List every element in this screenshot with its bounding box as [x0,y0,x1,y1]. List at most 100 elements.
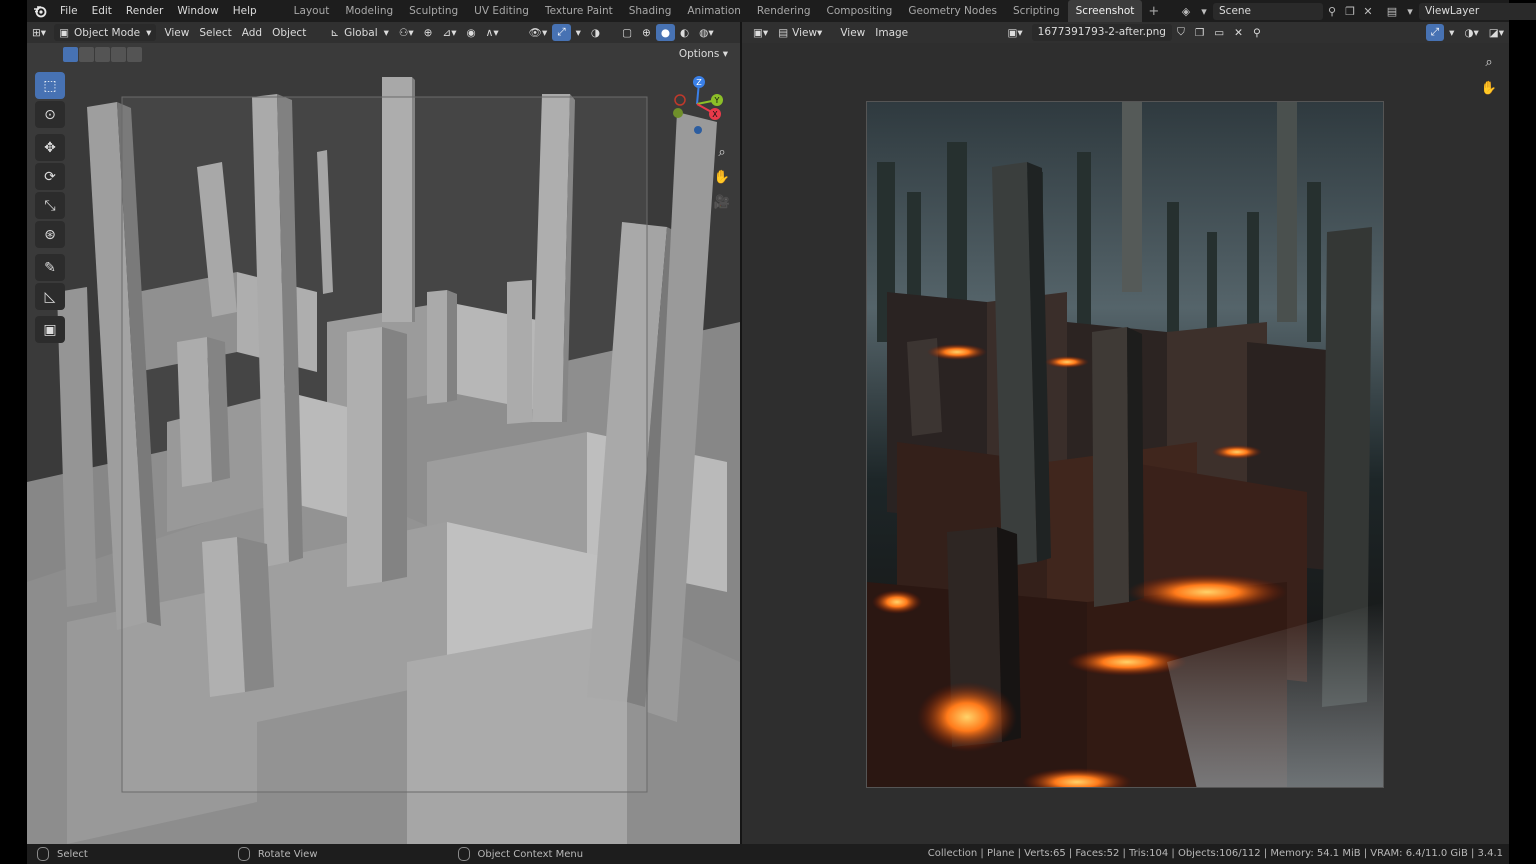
tab-scripting[interactable]: Scripting [1005,0,1068,22]
camera-view-icon[interactable]: 🎥 [710,190,734,214]
pan-hand-icon[interactable]: ✋ [1477,76,1501,100]
rendered-image[interactable] [866,101,1384,788]
overlays-icon[interactable]: ◑ [586,24,605,41]
blender-logo-icon[interactable] [27,0,53,22]
menu-add[interactable]: Add [237,24,267,41]
zoom-icon[interactable]: ⌕ [710,140,734,164]
tab-uv-editing[interactable]: UV Editing [466,0,537,22]
tab-shading[interactable]: Shading [621,0,680,22]
snap-icon[interactable]: ⊕ [419,24,438,41]
tab-layout[interactable]: Layout [286,0,338,22]
pin-icon[interactable]: ⚲ [1248,24,1266,41]
image-editor-header: ▣▾ ▤ View ▾ View Image ▣▾ 1677391793-2-a… [742,22,1509,43]
scene-statistics: Collection | Plane | Verts:65 | Faces:52… [927,848,1503,859]
pivot-point-icon[interactable]: ⚇▾ [394,24,419,41]
scale-tool-icon[interactable]: ⤡ [35,192,65,219]
chevron-down-icon: ▾ [817,26,823,39]
move-tool-icon[interactable]: ✥ [35,134,65,161]
visibility-icon[interactable]: 👁▾ [524,24,553,41]
tab-texture-paint[interactable]: Texture Paint [537,0,621,22]
display-channels-icon[interactable]: ◪▾ [1484,24,1509,41]
image-editor[interactable]: ▣▾ ▤ View ▾ View Image ▣▾ 1677391793-2-a… [742,22,1509,844]
xray-icon[interactable]: ▢ [617,24,637,41]
status-select: Select [37,847,88,861]
transform-tool-icon[interactable]: ⊛ [35,221,65,248]
material-shading-icon[interactable]: ◐ [675,24,694,41]
add-cube-tool-icon[interactable]: ▣ [35,316,65,343]
rotate-tool-icon[interactable]: ⟳ [35,163,65,190]
scene-icon[interactable]: ◈ [1177,3,1195,20]
duplicate-image-icon[interactable]: ❐ [1190,24,1209,41]
add-workspace-icon[interactable]: + [1142,4,1165,19]
menu-edit[interactable]: Edit [85,0,119,22]
menu-view[interactable]: View [835,24,870,41]
tab-sculpting[interactable]: Sculpting [401,0,466,22]
rendered-shading-icon[interactable]: ◍▾ [694,24,718,41]
3d-viewport[interactable]: ⊞▾ ▣ Object Mode ▾ View Select Add Objec… [27,22,740,844]
scene-name-field[interactable]: Scene [1213,2,1323,20]
select-subtract-icon[interactable] [95,47,110,62]
annotate-tool-icon[interactable]: ✎ [35,254,65,281]
select-extend-icon[interactable] [79,47,94,62]
select-new-icon[interactable] [63,47,78,62]
chevron-down-icon: ▾ [1407,4,1413,18]
chevron-down-icon[interactable]: ▾ [571,24,586,41]
select-invert-icon[interactable] [111,47,126,62]
cursor-tool-icon[interactable]: ⊙ [35,101,65,128]
pan-hand-icon[interactable]: ✋ [710,165,734,189]
menu-file[interactable]: File [53,0,85,22]
wireframe-shading-icon[interactable]: ⊕ [637,24,656,41]
navigation-gizmo[interactable]: Z Y X [667,74,727,134]
view-mode-label: View [792,26,818,39]
orientation-label: Global [344,26,378,39]
tab-geometry-nodes[interactable]: Geometry Nodes [900,0,1005,22]
open-folder-icon[interactable]: ▭ [1209,24,1229,41]
tab-compositing[interactable]: Compositing [819,0,901,22]
chevron-down-icon[interactable]: ▾ [1444,24,1459,41]
editor-type-icon[interactable]: ▣▾ [748,24,773,41]
solid-shading-icon[interactable]: ● [655,24,675,41]
image-name-field[interactable]: 1677391793-2-after.png [1031,24,1172,41]
close-icon[interactable]: ✕ [1229,24,1248,41]
menu-image[interactable]: Image [870,24,913,41]
proportional-edit-icon[interactable]: ◉ [461,24,480,41]
options-dropdown[interactable]: Options ▾ [673,46,734,63]
gizmo-toggle-icon[interactable]: ⤢ [552,24,571,41]
status-bar: Select Rotate View Object Context Menu C… [27,844,1509,864]
zoom-icon[interactable]: ⌕ [1477,50,1501,74]
overlays-icon[interactable]: ◑▾ [1459,24,1483,41]
city-block-scene[interactable] [27,22,740,844]
select-box-tool-icon[interactable]: ⬚ [35,72,65,99]
view-layer-field[interactable]: ViewLayer [1419,2,1536,20]
gizmo-toggle-icon[interactable]: ⤢ [1425,24,1445,41]
top-menu-bar: File Edit Render Window Help Layout Mode… [27,0,1536,22]
workspace-tabs: Layout Modeling Sculpting UV Editing Tex… [286,0,1166,22]
transform-orientation-dropdown[interactable]: ⊾ Global ▾ [325,24,394,41]
fake-user-icon[interactable]: ⛉ [1172,24,1190,41]
view-layer-icon[interactable]: ▤ [1383,3,1401,20]
status-rotate-view: Rotate View [237,847,318,861]
pin-icon[interactable]: ⚲ [1323,3,1341,20]
select-intersect-icon[interactable] [127,47,142,62]
image-browse-icon[interactable]: ▣▾ [1002,24,1027,41]
snap-target-icon[interactable]: ⊿▾ [437,24,461,41]
tab-screenshot[interactable]: Screenshot [1067,0,1143,22]
menu-render[interactable]: Render [119,0,170,22]
new-scene-icon[interactable]: ❐ [1341,3,1359,20]
menu-select[interactable]: Select [194,24,236,41]
menu-help[interactable]: Help [226,0,264,22]
tab-modeling[interactable]: Modeling [337,0,401,22]
menu-view[interactable]: View [159,24,194,41]
menu-window[interactable]: Window [170,0,225,22]
tab-rendering[interactable]: Rendering [749,0,819,22]
falloff-icon[interactable]: ∧▾ [481,24,504,41]
mouse-left-icon [37,847,49,861]
menu-object[interactable]: Object [267,24,311,41]
measure-tool-icon[interactable]: ◺ [35,283,65,310]
close-icon[interactable]: ✕ [1359,3,1377,20]
object-mode-dropdown[interactable]: ▣ Object Mode ▾ [54,24,157,41]
image-mode-dropdown[interactable]: ▤ View ▾ [773,24,827,41]
orientation-icon: ⊾ [330,26,340,39]
tab-animation[interactable]: Animation [679,0,749,22]
editor-type-icon[interactable]: ⊞▾ [27,24,51,41]
